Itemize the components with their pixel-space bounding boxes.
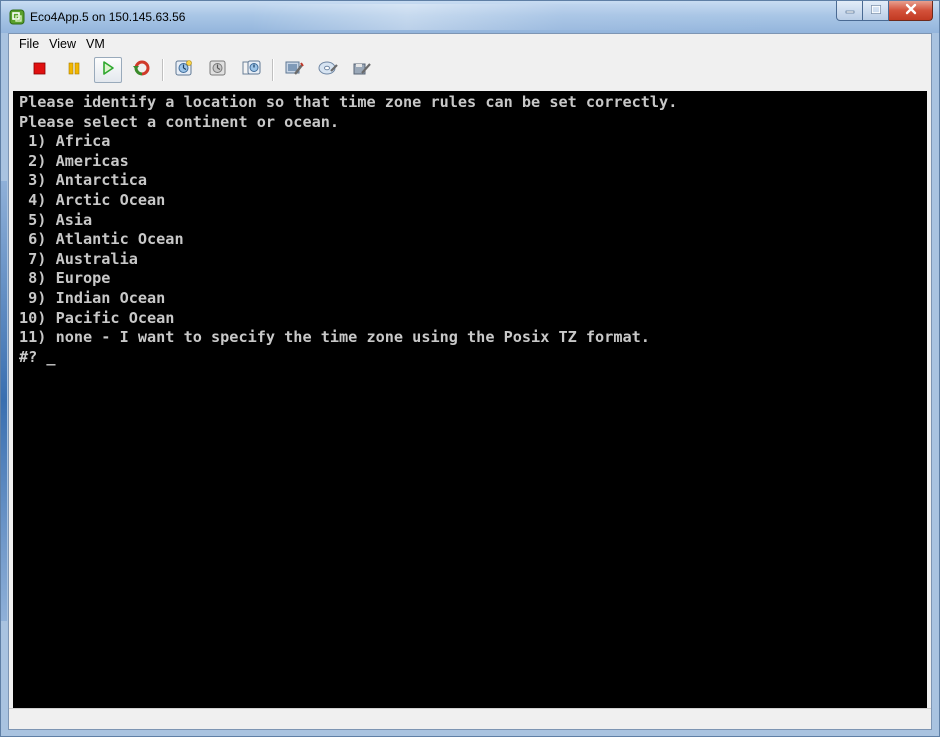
title-bar[interactable]: Eco4App.5 on 150.145.63.56 — [1, 1, 939, 33]
console-line: 7) Australia — [19, 249, 138, 268]
vmware-console-icon[interactable] — [9, 9, 25, 25]
console-prompt[interactable]: #? _ — [19, 348, 56, 366]
minimize-icon — [844, 2, 856, 20]
title-bar-glare — [251, 4, 771, 30]
reset-button[interactable] — [128, 57, 156, 83]
connect-cd-button[interactable] — [314, 57, 342, 83]
snapshot-manager-button[interactable] — [238, 57, 266, 83]
console-line: 11) none - I want to specify the time zo… — [19, 328, 650, 347]
settings-icon — [284, 59, 304, 82]
window-title: Eco4App.5 on 150.145.63.56 — [30, 10, 186, 24]
console-line: 5) Asia — [19, 210, 93, 229]
console-line: 6) Atlantic Ocean — [19, 230, 184, 249]
floppy-icon — [352, 59, 372, 82]
window-left-edge-glow — [1, 181, 7, 621]
status-bar — [9, 708, 931, 729]
stop-icon — [32, 60, 48, 81]
vm-console-window: Eco4App.5 on 150.145.63.56 File View VM … — [0, 0, 940, 737]
toolbar — [9, 55, 931, 85]
close-icon — [904, 2, 918, 20]
maximize-icon — [870, 2, 882, 20]
toolbar-separator — [162, 59, 164, 81]
menu-vm[interactable]: VM — [81, 34, 110, 55]
play-icon — [100, 60, 116, 81]
console-line: 1) Africa — [19, 132, 111, 151]
revert-icon — [208, 59, 228, 82]
console-line: Please select a continent or ocean. — [19, 112, 340, 131]
maximize-button[interactable] — [863, 1, 889, 21]
console-line: 8) Europe — [19, 269, 111, 288]
caption-buttons — [836, 1, 933, 22]
reset-icon — [132, 59, 152, 82]
console-line: Please identify a location so that time … — [19, 93, 678, 111]
edit-settings-button[interactable] — [280, 57, 308, 83]
menu-view[interactable]: View — [44, 34, 81, 55]
console-output: Please identify a location so that time … — [13, 91, 927, 367]
console-line: 3) Antarctica — [19, 171, 148, 190]
connect-floppy-button[interactable] — [348, 57, 376, 83]
vm-console-screen[interactable]: Please identify a location so that time … — [13, 91, 927, 709]
menubar: File View VM — [9, 34, 931, 55]
console-line: 2) Americas — [19, 151, 129, 170]
console-line: 10) Pacific Ocean — [19, 308, 175, 327]
pause-icon — [66, 60, 82, 81]
snapshot-icon — [174, 59, 194, 82]
snapshot-button[interactable] — [170, 57, 198, 83]
revert-snapshot-button[interactable] — [204, 57, 232, 83]
suspend-button[interactable] — [60, 57, 88, 83]
cd-icon — [317, 59, 339, 82]
close-button[interactable] — [889, 1, 933, 21]
power-off-button[interactable] — [26, 57, 54, 83]
console-client-area: File View VM Please identify a location … — [8, 33, 932, 730]
console-line: 9) Indian Ocean — [19, 288, 166, 307]
snapshot-manager-icon — [242, 59, 262, 82]
minimize-button[interactable] — [836, 1, 863, 21]
console-line: 4) Arctic Ocean — [19, 190, 166, 209]
toolbar-separator — [272, 59, 274, 81]
menu-file[interactable]: File — [14, 34, 44, 55]
power-on-button[interactable] — [94, 57, 122, 83]
